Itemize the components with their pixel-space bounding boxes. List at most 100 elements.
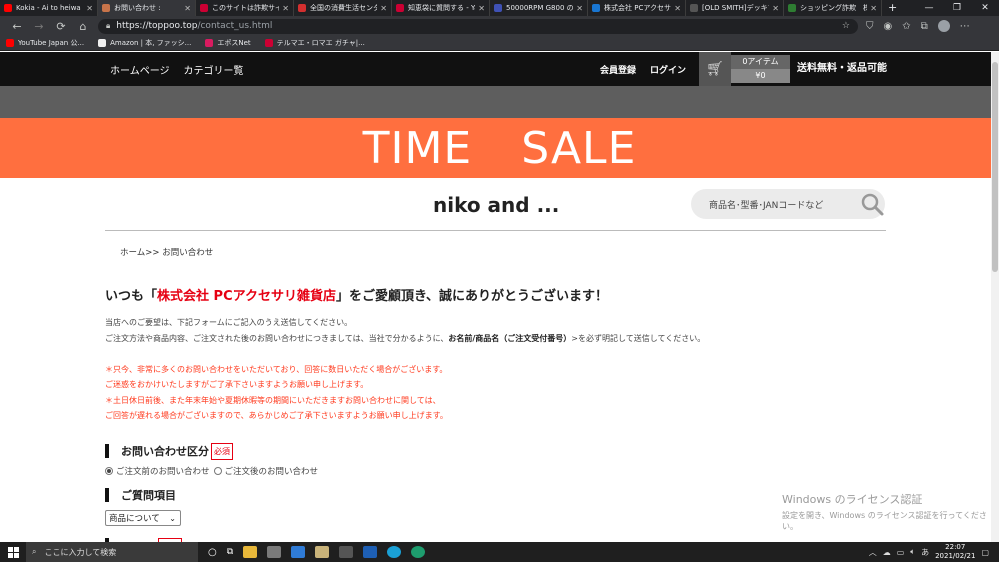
search-input[interactable]: 商品名･型番･JANコードなど	[691, 189, 885, 219]
browser-tab[interactable]: お問い合わせ : ✕	[98, 0, 196, 16]
edge-icon[interactable]	[387, 546, 402, 558]
tab-close-icon[interactable]: ✕	[870, 4, 877, 13]
close-window-button[interactable]: ✕	[971, 0, 999, 16]
notice-line-1: ＊只今、非常に多くのお問い合わせをいただいており、回答に数日いただく場合がござい…	[105, 365, 448, 374]
collections-icon[interactable]: ⧉	[921, 21, 928, 32]
new-tab-button[interactable]: +	[882, 0, 903, 16]
bookmark-item[interactable]: YouTube Japan 公...	[6, 38, 84, 48]
browser-tab[interactable]: Kokia - Ai to heiwa ✕	[0, 0, 98, 16]
menu-dots-icon[interactable]: ⋯	[960, 21, 970, 32]
tab-close-icon[interactable]: ✕	[86, 4, 93, 13]
start-button[interactable]	[0, 546, 26, 558]
tab-close-icon[interactable]: ✕	[478, 4, 485, 13]
browser-tab[interactable]: [OLD SMITH]デッキブラシ✕	[686, 0, 784, 16]
browser-tab[interactable]: 知恵袋に質問する - Yahoo✕	[392, 0, 490, 16]
radio-after-order[interactable]	[213, 467, 222, 475]
radio-before-order-label[interactable]: ご注文前のお問い合わせ	[116, 465, 210, 477]
section-marker	[105, 444, 109, 458]
inquiry-type-radios: ご注文前のお問い合わせ ご注文後のお問い合わせ	[105, 465, 318, 477]
bookmark-favicon-icon	[205, 39, 214, 47]
network-icon[interactable]: ▭	[897, 548, 905, 557]
clock[interactable]: 22:07 2021/02/21	[935, 543, 975, 561]
bookmark-item[interactable]: エポスNet	[205, 38, 251, 48]
account-links: 会員登録 ログイン	[600, 52, 700, 86]
taskbar-search-placeholder: ここに入力して検索	[44, 547, 117, 557]
system-tray: ︿ ☁︎ ▭ 🔈︎ あ 22:07 2021/02/21 ▢	[869, 543, 999, 561]
mail-icon[interactable]	[291, 546, 306, 558]
bookmark-label: Amazon | 本, ファッシ...	[110, 39, 192, 47]
favorites-icon[interactable]: ✩	[902, 21, 910, 32]
register-link[interactable]: 会員登録	[600, 63, 650, 76]
maximize-button[interactable]: ❐	[943, 0, 971, 16]
login-link[interactable]: ログイン	[650, 63, 700, 76]
brand-logo[interactable]: niko and ...	[433, 193, 559, 217]
profile-avatar[interactable]	[937, 20, 950, 32]
scrollbar-thumb[interactable]	[992, 62, 998, 272]
store-icon[interactable]	[267, 546, 282, 558]
app-icon[interactable]	[411, 546, 426, 558]
shield-icon[interactable]: ⛉	[866, 21, 874, 32]
nav-home-link[interactable]: ホームページ	[110, 62, 170, 77]
browser-tab[interactable]: 全国の消費生活センター✕	[294, 0, 392, 16]
volume-icon[interactable]: 🔈︎	[910, 547, 915, 557]
bookmark-favicon-icon	[264, 39, 273, 47]
instruction-bold: お名前/商品名（ご注文受付番号）	[448, 334, 572, 343]
nav-category-link[interactable]: カテゴリー覧	[184, 62, 244, 77]
search-icon[interactable]	[859, 191, 885, 217]
browser-tab[interactable]: このサイトは詐欺サイトです✕	[196, 0, 294, 16]
cortana-icon[interactable]: ○	[208, 547, 217, 558]
tab-favicon-icon	[298, 4, 306, 12]
notification-icon[interactable]: ▢	[981, 548, 989, 557]
tab-close-icon[interactable]: ✕	[674, 4, 681, 13]
radio-after-order-label[interactable]: ご注文後のお問い合わせ	[225, 465, 319, 477]
minimize-button[interactable]: —	[915, 0, 943, 16]
home-icon[interactable]: ⌂	[72, 20, 94, 33]
radio-before-order[interactable]	[105, 467, 113, 475]
instruction-text: ご注文方法や商品内容、ご注文された後のお問い合わせにつきましては、当社で分かるよ…	[105, 333, 705, 344]
app-icon[interactable]	[339, 546, 354, 558]
search-placeholder: 商品名･型番･JANコードなど	[709, 200, 824, 211]
watermark-subtitle: 設定を開き、Windows のライセンス認証を行ってください。	[782, 511, 987, 531]
onedrive-icon[interactable]: ☁︎	[883, 548, 891, 557]
tab-close-icon[interactable]: ✕	[772, 4, 779, 13]
back-arrow-icon[interactable]: ←	[6, 20, 28, 33]
tab-close-icon[interactable]: ✕	[576, 4, 583, 13]
bookmark-item[interactable]: テルマエ・ロマエ ガチャ|...	[264, 38, 365, 48]
lock-icon[interactable]: 🔒︎	[106, 21, 110, 31]
app-icon[interactable]	[315, 546, 330, 558]
section-marker	[105, 488, 109, 502]
question-item-select[interactable]: 商品について ⌄	[105, 510, 181, 526]
browser-tab[interactable]: 50000RPM G800 の通販✕	[490, 0, 588, 16]
page-scrollbar[interactable]	[991, 52, 999, 542]
breadcrumb[interactable]: ホーム>> お問い合わせ	[120, 246, 213, 258]
clock-time: 22:07	[945, 543, 966, 551]
cart-total: ¥0	[731, 69, 790, 83]
cart-icon[interactable]: 🛒︎	[699, 52, 731, 86]
tab-close-icon[interactable]: ✕	[282, 4, 289, 13]
task-view-icon[interactable]: ⧉	[227, 547, 233, 557]
forward-arrow-icon[interactable]: →	[28, 20, 50, 33]
windows-taskbar: ⌕ ここに入力して検索 ○ ⧉ ︿ ☁︎ ▭ 🔈︎ あ 22:07 2021/0…	[0, 542, 999, 562]
reload-icon[interactable]: ⟳	[50, 20, 72, 33]
ime-indicator[interactable]: あ	[921, 547, 929, 558]
tab-title: 株式会社 PCアクセサリ雑	[604, 4, 671, 12]
cart-summary[interactable]: 0アイテム ¥0	[731, 55, 790, 83]
tab-title: ショッピング詐欺 株式会社	[800, 4, 867, 12]
edge-icon[interactable]: ◉	[884, 21, 893, 32]
tab-close-icon[interactable]: ✕	[380, 4, 387, 13]
time-sale-banner[interactable]: TIME SALE	[0, 118, 999, 178]
file-explorer-icon[interactable]	[243, 546, 258, 558]
chevron-up-icon[interactable]: ︿	[869, 547, 877, 558]
tab-favicon-icon	[4, 4, 12, 12]
app-icon[interactable]	[363, 546, 378, 558]
address-toolbar: ← → ⟳ ⌂ 🔒︎ https://toppoo.top/contact_us…	[0, 16, 999, 36]
watermark-title: Windows のライセンス認証	[782, 493, 923, 506]
browser-tab[interactable]: ショッピング詐欺 株式会社✕	[784, 0, 882, 16]
favorite-star-icon[interactable]: ☆	[842, 21, 850, 31]
browser-tab[interactable]: 株式会社 PCアクセサリ雑✕	[588, 0, 686, 16]
address-bar[interactable]: 🔒︎ https://toppoo.top/contact_us.html ☆	[98, 18, 858, 34]
bookmark-item[interactable]: Amazon | 本, ファッシ...	[98, 38, 191, 48]
taskbar-search-input[interactable]: ⌕ ここに入力して検索	[26, 542, 198, 562]
bookmark-label: YouTube Japan 公...	[18, 39, 85, 47]
tab-close-icon[interactable]: ✕	[184, 4, 191, 13]
